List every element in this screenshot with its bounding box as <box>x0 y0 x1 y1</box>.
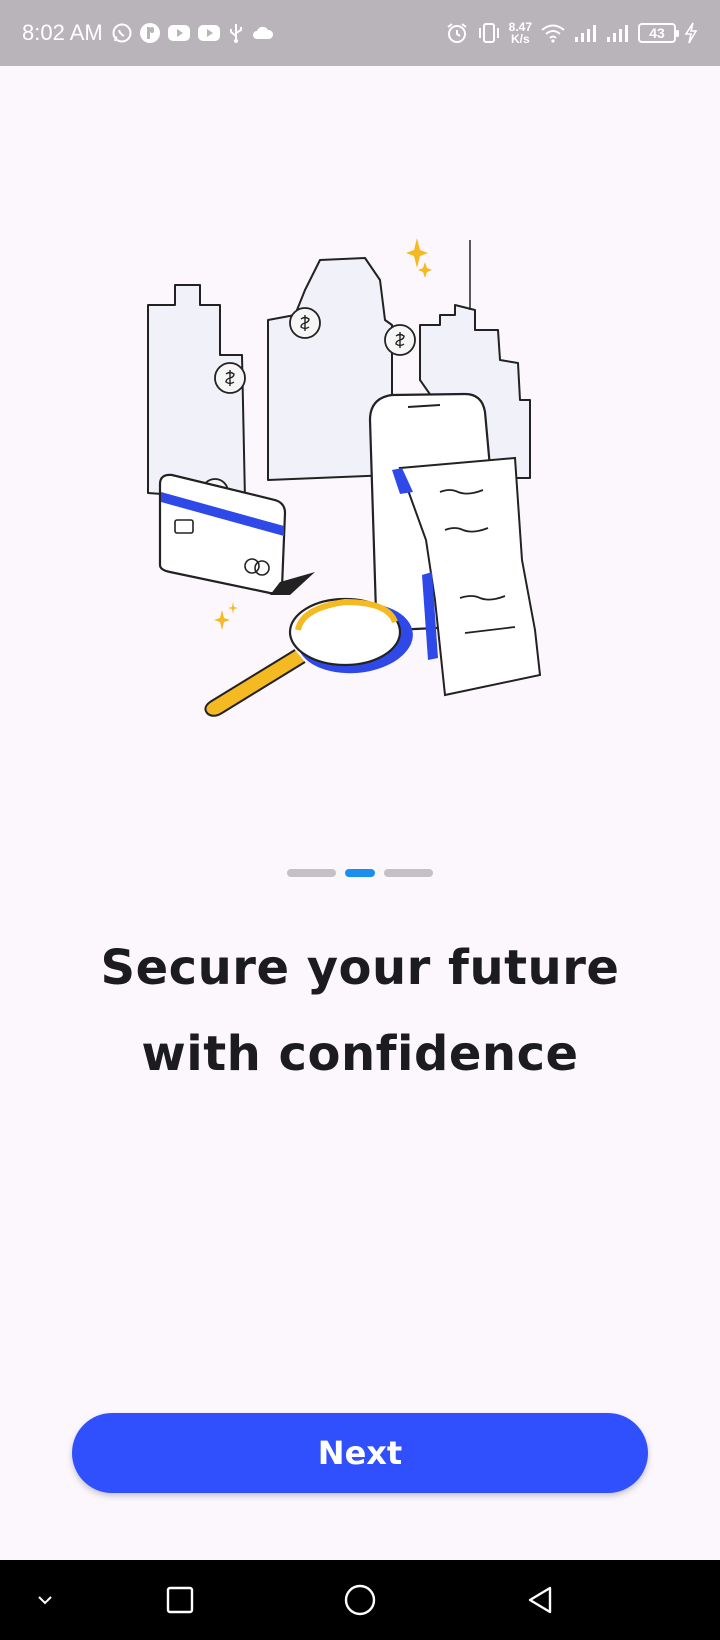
alarm-icon <box>445 21 469 45</box>
wifi-icon <box>540 23 566 43</box>
page-dot-2-active[interactable] <box>345 869 375 877</box>
status-time: 8:02 AM <box>22 20 103 45</box>
network-speed: 8.47 K/s <box>509 21 532 45</box>
status-right: 8.47 K/s 43 <box>445 21 698 45</box>
onboarding-headline: Secure your future with confidence <box>60 925 660 1097</box>
page-indicator <box>0 869 720 877</box>
next-button[interactable]: Next <box>72 1413 648 1493</box>
magnifying-glass-icon <box>204 597 413 717</box>
battery-icon: 43 <box>638 23 679 43</box>
headline-line-1: Secure your future <box>100 940 620 996</box>
youtube-icon <box>197 23 221 43</box>
status-bar: 8:02 AM 8.47 K/s 43 <box>0 0 720 66</box>
home-circle-icon[interactable] <box>340 1580 380 1620</box>
whatsapp-icon <box>111 22 133 44</box>
youtube-icon <box>167 23 191 43</box>
system-nav-bar <box>0 1560 720 1640</box>
headline-line-2: with confidence <box>141 1026 579 1082</box>
vibrate-icon <box>477 22 501 44</box>
page-dot-1[interactable] <box>287 869 336 877</box>
network-speed-unit: K/s <box>510 32 530 46</box>
page-dot-3[interactable] <box>384 869 433 877</box>
back-triangle-icon[interactable] <box>520 1580 560 1620</box>
signal-icon <box>606 23 630 43</box>
status-left: 8:02 AM <box>22 20 275 46</box>
recents-square-icon[interactable] <box>160 1580 200 1620</box>
credit-card <box>158 473 287 595</box>
usb-icon <box>227 22 245 44</box>
chevron-down-icon[interactable] <box>25 1580 65 1620</box>
charging-icon <box>684 22 698 44</box>
finance-city-illustration <box>147 238 542 717</box>
battery-level: 43 <box>649 25 665 41</box>
app-notification-icon <box>139 22 161 44</box>
cloud-icon <box>251 24 275 42</box>
signal-icon <box>574 23 598 43</box>
